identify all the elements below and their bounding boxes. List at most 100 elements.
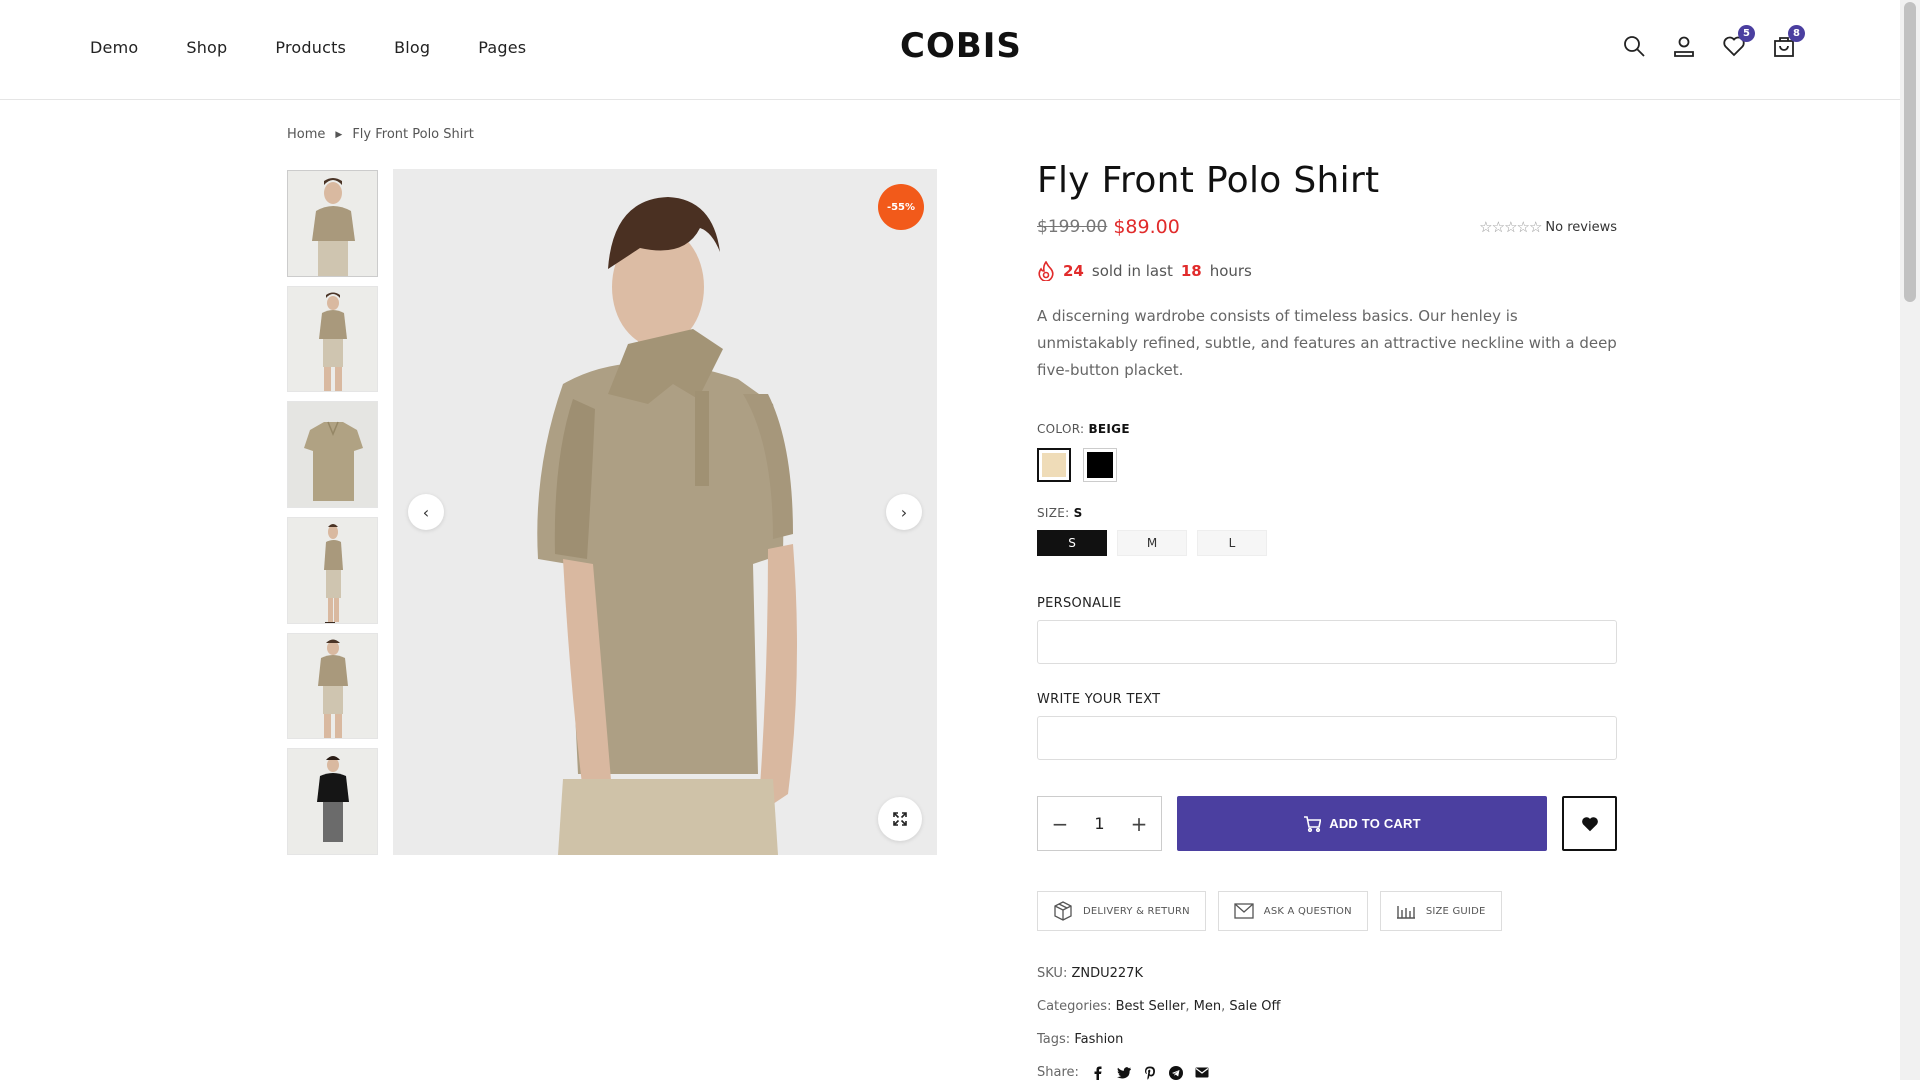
twitter-icon[interactable] bbox=[1116, 1066, 1131, 1080]
hours-text: hours bbox=[1209, 262, 1252, 280]
increase-qty-button[interactable]: + bbox=[1129, 812, 1149, 836]
color-label: COLOR: BEIGE bbox=[1037, 422, 1617, 436]
product-title: Fly Front Polo Shirt bbox=[1037, 160, 1380, 201]
nav-products[interactable]: Products bbox=[275, 38, 346, 57]
size-option-l[interactable]: L bbox=[1197, 530, 1267, 556]
size-label: SIZE: S bbox=[1037, 506, 1617, 520]
heart-icon bbox=[1581, 816, 1598, 831]
thumbnail-list bbox=[287, 170, 378, 855]
size-guide-label: SIZE GUIDE bbox=[1425, 905, 1486, 917]
color-swatch-beige[interactable] bbox=[1037, 448, 1071, 482]
sold-hours: 18 bbox=[1180, 262, 1202, 280]
main-product-image[interactable]: -55% ‹ › bbox=[393, 169, 937, 855]
quantity-stepper: − 1 + bbox=[1037, 796, 1162, 851]
zoom-button[interactable] bbox=[878, 797, 922, 841]
telegram-icon[interactable] bbox=[1168, 1065, 1183, 1080]
account-icon[interactable] bbox=[1672, 34, 1696, 58]
selected-size: S bbox=[1073, 506, 1083, 520]
chevron-left-icon: ‹ bbox=[422, 502, 430, 522]
thumbnail-image[interactable] bbox=[287, 748, 378, 855]
size-label-text: SIZE: bbox=[1037, 506, 1070, 520]
prev-image-button[interactable]: ‹ bbox=[408, 494, 444, 530]
size-options: S M L bbox=[1037, 530, 1617, 556]
thumbnail-image[interactable] bbox=[287, 517, 378, 624]
expand-icon bbox=[893, 812, 907, 826]
old-price: $199.00 bbox=[1037, 217, 1108, 237]
envelope-icon bbox=[1234, 903, 1254, 919]
add-to-cart-row: − 1 + ADD TO CART bbox=[1037, 796, 1617, 851]
cart-icon bbox=[1304, 815, 1322, 832]
scrollbar-thumb[interactable] bbox=[1904, 2, 1916, 302]
next-image-button[interactable]: › bbox=[886, 494, 922, 530]
tags-row: Tags: Fashion bbox=[1037, 1023, 1617, 1056]
facebook-icon[interactable] bbox=[1091, 1066, 1105, 1080]
size-option-m[interactable]: M bbox=[1117, 530, 1187, 556]
nav-pages[interactable]: Pages bbox=[478, 38, 526, 57]
sale-badge: -55% bbox=[878, 184, 924, 230]
ask-question-button[interactable]: ASK A QUESTION bbox=[1217, 891, 1368, 931]
quantity-value[interactable]: 1 bbox=[1094, 814, 1104, 833]
nav-blog[interactable]: Blog bbox=[394, 38, 430, 57]
add-to-cart-label: ADD TO CART bbox=[1329, 816, 1421, 831]
personalie-label: PERSONALIE bbox=[1037, 596, 1122, 611]
selected-color: BEIGE bbox=[1088, 422, 1130, 436]
product-meta: SKU: ZNDU227K Categories: Best Seller, M… bbox=[1037, 957, 1617, 1080]
size-guide-button[interactable]: SIZE GUIDE bbox=[1379, 891, 1502, 931]
write-text-label: WRITE YOUR TEXT bbox=[1037, 692, 1161, 707]
breadcrumb-current: Fly Front Polo Shirt bbox=[352, 127, 474, 142]
main-nav: Demo Shop Products Blog Pages bbox=[90, 38, 526, 57]
write-text-input[interactable] bbox=[1037, 716, 1617, 760]
price-row: $199.00 $89.00 ☆☆☆☆☆ No reviews bbox=[1037, 215, 1617, 239]
thumbnail-image[interactable] bbox=[287, 285, 378, 393]
cart-count-badge: 8 bbox=[1788, 25, 1805, 42]
email-icon[interactable] bbox=[1195, 1066, 1209, 1080]
add-to-cart-button[interactable]: ADD TO CART bbox=[1177, 796, 1547, 851]
wishlist-count-badge: 5 bbox=[1738, 25, 1755, 42]
breadcrumb-separator-icon: ▶ bbox=[335, 129, 343, 140]
nav-demo[interactable]: Demo bbox=[90, 38, 138, 57]
breadcrumb: Home ▶ Fly Front Polo Shirt bbox=[287, 127, 474, 142]
tag-link[interactable]: Fashion bbox=[1074, 1032, 1123, 1047]
sold-count: 24 bbox=[1063, 262, 1084, 280]
nav-shop[interactable]: Shop bbox=[186, 38, 227, 57]
sku-row: SKU: ZNDU227K bbox=[1037, 957, 1617, 990]
decrease-qty-button[interactable]: − bbox=[1050, 812, 1070, 836]
tags-label: Tags: bbox=[1037, 1032, 1071, 1047]
delivery-return-button[interactable]: DELIVERY & RETURN bbox=[1037, 891, 1206, 931]
fire-icon bbox=[1038, 261, 1054, 281]
sku-value: ZNDU227K bbox=[1071, 966, 1143, 981]
breadcrumb-home[interactable]: Home bbox=[287, 127, 325, 142]
cart-icon[interactable]: 8 bbox=[1772, 25, 1805, 58]
category-link[interactable]: Sale Off bbox=[1229, 999, 1280, 1014]
sold-text: sold in last bbox=[1091, 262, 1173, 280]
categories-row: Categories: Best Seller, Men, Sale Off bbox=[1037, 999, 1281, 1014]
thumbnail-image[interactable] bbox=[287, 401, 378, 509]
size-option-s[interactable]: S bbox=[1037, 530, 1107, 556]
reviews-text: No reviews bbox=[1545, 219, 1617, 235]
add-to-wishlist-button[interactable] bbox=[1562, 796, 1617, 851]
reviews-summary[interactable]: ☆☆☆☆☆ No reviews bbox=[1479, 218, 1617, 236]
search-icon[interactable] bbox=[1622, 34, 1646, 58]
sold-counter: 24 sold in last 18 hours bbox=[1037, 261, 1617, 281]
category-link[interactable]: Best Seller bbox=[1116, 999, 1186, 1014]
swatch-fill bbox=[1042, 453, 1066, 477]
header-icons: 5 8 bbox=[1622, 25, 1805, 58]
thumbnail-image[interactable] bbox=[287, 170, 378, 277]
site-header: Demo Shop Products Blog Pages COBIS 5 8 bbox=[0, 0, 1900, 100]
box-icon bbox=[1054, 901, 1072, 921]
ask-question-label: ASK A QUESTION bbox=[1263, 905, 1352, 917]
color-swatches bbox=[1037, 448, 1617, 482]
page-scrollbar[interactable] bbox=[1900, 0, 1920, 1080]
category-link[interactable]: Men bbox=[1194, 999, 1221, 1014]
wishlist-icon[interactable]: 5 bbox=[1722, 25, 1755, 58]
site-logo[interactable]: COBIS bbox=[900, 26, 1022, 66]
thumbnail-image[interactable] bbox=[287, 632, 378, 740]
share-label: Share: bbox=[1037, 1065, 1079, 1080]
color-swatch-black[interactable] bbox=[1083, 448, 1117, 482]
personalie-input[interactable] bbox=[1037, 620, 1617, 664]
delivery-return-label: DELIVERY & RETURN bbox=[1083, 905, 1190, 917]
product-description: A discerning wardrobe consists of timele… bbox=[1037, 307, 1617, 379]
sale-price: $89.00 bbox=[1113, 216, 1180, 238]
pinterest-icon[interactable] bbox=[1143, 1066, 1157, 1080]
categories-label: Categories: bbox=[1037, 999, 1112, 1014]
